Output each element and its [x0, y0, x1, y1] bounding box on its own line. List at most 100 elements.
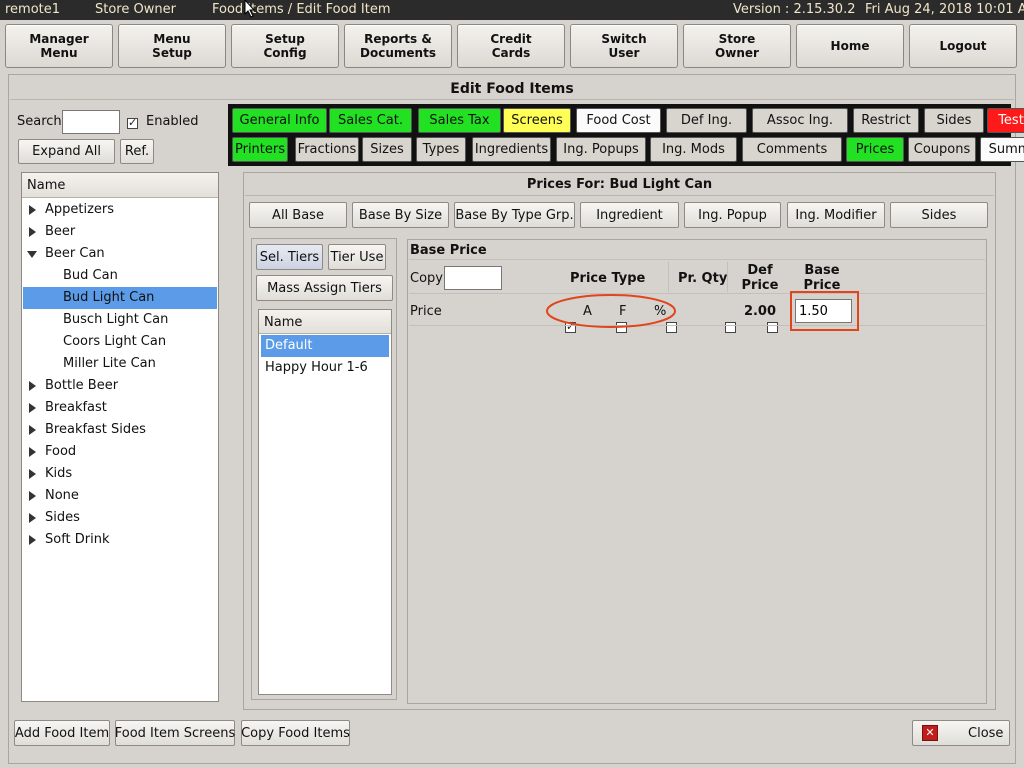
tree-item-label: Miller Lite Can	[63, 356, 156, 371]
tab-sales-cat[interactable]: Sales Cat.	[329, 108, 412, 133]
expand-right-arrow-icon[interactable]	[29, 403, 36, 413]
tab-assoc-ing[interactable]: Assoc Ing.	[752, 108, 848, 133]
divider	[409, 325, 985, 326]
tab-def-ing[interactable]: Def Ing.	[666, 108, 747, 133]
tab-ing-mods[interactable]: Ing. Mods	[650, 137, 737, 162]
subtab-all-base[interactable]: All Base	[249, 202, 347, 228]
tab-ingredients[interactable]: Ingredients	[472, 137, 551, 162]
pr-qty-checkbox-1[interactable]	[725, 322, 737, 333]
refresh-button[interactable]: Ref.	[120, 139, 154, 164]
subtab-ingredient[interactable]: Ingredient	[580, 202, 679, 228]
tab-bar: General Info Sales Cat. Sales Tax Screens Fo…	[228, 104, 1024, 166]
col-price-type: Price Type	[570, 271, 646, 286]
tree-item-label: Breakfast	[45, 400, 107, 415]
nav-button-0[interactable]: Manager Menu	[5, 24, 113, 68]
tree-item[interactable]: Bottle Beer	[23, 375, 217, 397]
tier-item[interactable]: Default	[261, 335, 389, 357]
expand-right-arrow-icon[interactable]	[29, 425, 36, 435]
annotation-ellipse	[546, 294, 676, 328]
tree-item[interactable]: Sides	[23, 507, 217, 529]
tab-printers[interactable]: Printers	[232, 137, 288, 162]
expand-all-button[interactable]: Expand All	[18, 139, 115, 164]
tree-item[interactable]: Bud Light Can	[23, 287, 217, 309]
tab-sales-tax[interactable]: Sales Tax	[418, 108, 501, 133]
col-def-price: Def Price	[741, 263, 779, 293]
price-row-label: Price	[410, 304, 442, 319]
close-button[interactable]: ✕ Close	[912, 720, 1010, 746]
expand-right-arrow-icon[interactable]	[29, 447, 36, 457]
tier-use-button[interactable]: Tier Use	[328, 244, 386, 270]
tab-ing-popups[interactable]: Ing. Popups	[556, 137, 646, 162]
tree-item-label: Beer	[45, 224, 76, 239]
mass-assign-tiers-button[interactable]: Mass Assign Tiers	[256, 275, 393, 301]
subtab-ing-popup[interactable]: Ing. Popup	[684, 202, 781, 228]
food-item-screens-button[interactable]: Food Item Screens	[115, 720, 235, 746]
subtab-base-by-size[interactable]: Base By Size	[352, 202, 449, 228]
expand-down-arrow-icon[interactable]	[27, 251, 37, 258]
copy-input[interactable]	[444, 266, 502, 290]
tier-list: Name Default Happy Hour 1-6	[258, 309, 392, 695]
add-food-item-button[interactable]: Add Food Item	[14, 720, 110, 746]
expand-right-arrow-icon[interactable]	[29, 535, 36, 545]
nav-button-4[interactable]: Credit Cards	[457, 24, 565, 68]
tab-comments[interactable]: Comments	[742, 137, 842, 162]
tab-general-info[interactable]: General Info	[232, 108, 327, 133]
tab-restrict[interactable]: Restrict	[853, 108, 919, 133]
tree-item[interactable]: None	[23, 485, 217, 507]
tree-item-label: Food	[45, 444, 77, 459]
nav-button-2[interactable]: Setup Config	[231, 24, 339, 68]
tree-item[interactable]: Kids	[23, 463, 217, 485]
tab-prices[interactable]: Prices	[846, 137, 904, 162]
tree-item-label: Bud Can	[63, 268, 118, 283]
nav-button-8[interactable]: Logout	[909, 24, 1017, 68]
nav-button-6[interactable]: Store Owner	[683, 24, 791, 68]
tree-item[interactable]: Food	[23, 441, 217, 463]
tab-summary[interactable]: Summary	[980, 137, 1024, 162]
tree-item[interactable]: Appetizers	[23, 199, 217, 221]
tab-sides[interactable]: Sides	[924, 108, 984, 133]
mouse-cursor-icon	[244, 0, 256, 18]
tree-item[interactable]: Breakfast Sides	[23, 419, 217, 441]
nav-button-5[interactable]: Switch User	[570, 24, 678, 68]
pr-qty-checkbox-2[interactable]	[766, 322, 778, 333]
tab-fractions[interactable]: Fractions	[295, 137, 359, 162]
expand-right-arrow-icon[interactable]	[29, 381, 36, 391]
tree-item[interactable]: Soft Drink	[23, 529, 217, 551]
tree-item[interactable]: Miller Lite Can	[23, 353, 217, 375]
tree-item[interactable]: Beer Can	[23, 243, 217, 265]
tab-sizes[interactable]: Sizes	[362, 137, 412, 162]
tab-screens[interactable]: Screens	[503, 108, 571, 133]
copy-food-items-button[interactable]: Copy Food Items	[241, 720, 350, 746]
subtab-base-by-type-grp[interactable]: Base By Type Grp.	[454, 202, 575, 228]
expand-right-arrow-icon[interactable]	[29, 491, 36, 501]
subtab-ing-modifier[interactable]: Ing. Modifier	[787, 202, 885, 228]
tab-coupons[interactable]: Coupons	[908, 137, 976, 162]
sel-tiers-button[interactable]: Sel. Tiers	[256, 244, 323, 270]
tier-list-header: Name	[259, 310, 391, 334]
def-price-value: 2.00	[743, 304, 777, 319]
expand-right-arrow-icon[interactable]	[29, 513, 36, 523]
tier-header-label: Name	[264, 315, 303, 330]
tier-item[interactable]: Happy Hour 1-6	[261, 357, 389, 379]
tree-item-label: Busch Light Can	[63, 312, 169, 327]
expand-right-arrow-icon[interactable]	[29, 227, 36, 237]
tree-item[interactable]: Bud Can	[23, 265, 217, 287]
nav-button-7[interactable]: Home	[796, 24, 904, 68]
enabled-checkbox[interactable]	[127, 116, 138, 129]
search-input[interactable]	[62, 110, 120, 134]
nav-button-3[interactable]: Reports & Documents	[344, 24, 452, 68]
base-price-title: Base Price	[410, 243, 487, 258]
subtab-sides[interactable]: Sides	[890, 202, 988, 228]
tab-types[interactable]: Types	[416, 137, 466, 162]
tree-item-label: Soft Drink	[45, 532, 110, 547]
nav-button-1[interactable]: Menu Setup	[118, 24, 226, 68]
tree-item[interactable]: Busch Light Can	[23, 309, 217, 331]
expand-right-arrow-icon[interactable]	[29, 205, 36, 215]
tab-food-cost[interactable]: Food Cost	[576, 108, 661, 133]
tree-item[interactable]: Coors Light Can	[23, 331, 217, 353]
expand-right-arrow-icon[interactable]	[29, 469, 36, 479]
tree-item[interactable]: Breakfast	[23, 397, 217, 419]
tree-item[interactable]: Beer	[23, 221, 217, 243]
tree-header: Name	[22, 173, 218, 198]
tab-test[interactable]: Test	[987, 108, 1024, 133]
